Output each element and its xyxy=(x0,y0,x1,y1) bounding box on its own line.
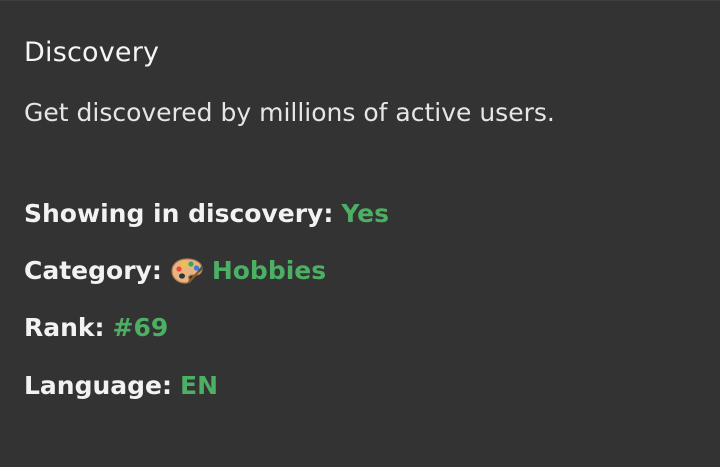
rank-row: Rank: #69 xyxy=(24,311,168,345)
language-value: EN xyxy=(180,371,219,400)
category-value: Hobbies xyxy=(211,256,327,285)
section-description: Get discovered by millions of active use… xyxy=(24,98,555,127)
rank-value: #69 xyxy=(112,313,169,342)
showing-in-discovery-label: Showing in discovery: xyxy=(24,199,334,228)
discovery-panel: Discovery Get discovered by millions of … xyxy=(0,0,720,467)
rank-label: Rank: xyxy=(24,313,105,342)
showing-in-discovery-row: Showing in discovery: Yes xyxy=(24,197,389,231)
showing-in-discovery-value: Yes xyxy=(341,199,389,228)
category-label: Category: xyxy=(24,256,162,285)
category-row: Category: Hobbies xyxy=(24,254,326,288)
artist-palette-icon xyxy=(170,256,204,286)
language-label: Language: xyxy=(24,371,173,400)
section-title: Discovery xyxy=(24,37,160,68)
language-row: Language: EN xyxy=(24,369,218,403)
